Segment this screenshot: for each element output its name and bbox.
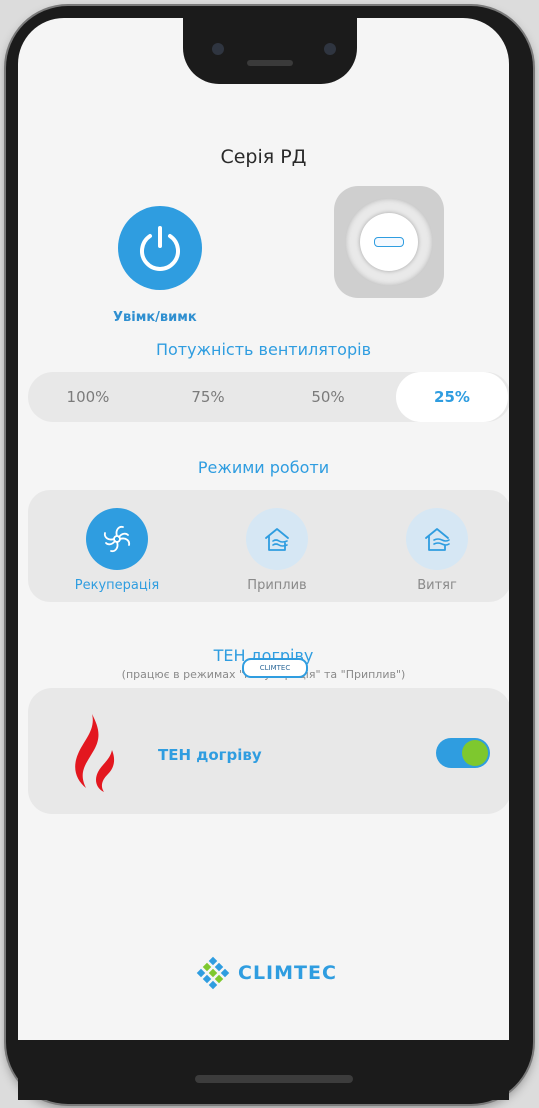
supply-air-house-icon[interactable] bbox=[246, 508, 308, 570]
modes-panel: Рекуперація Приплив Витяг bbox=[28, 490, 509, 602]
home-indicator[interactable] bbox=[195, 1075, 353, 1083]
watermark-text: CLIMTEC bbox=[259, 664, 291, 672]
page-title: Серія РД bbox=[220, 146, 307, 168]
climtec-watermark: CLIMTEC bbox=[242, 658, 308, 678]
mode-label-supply: Приплив bbox=[247, 578, 307, 593]
mode-label-recuperation: Рекуперація bbox=[74, 578, 160, 593]
fan-power-selector: 100% 75% 50% 25% bbox=[28, 372, 509, 422]
heater-toggle[interactable] bbox=[436, 738, 490, 768]
fan-power-title: Потужність вентиляторів bbox=[155, 340, 371, 359]
ventilation-unit-image bbox=[334, 186, 444, 298]
earpiece-speaker bbox=[247, 60, 293, 66]
power-button[interactable] bbox=[118, 206, 202, 290]
recuperation-fan-icon[interactable] bbox=[86, 508, 148, 570]
house-exhaust-icon bbox=[425, 528, 450, 551]
device-badge bbox=[374, 237, 404, 247]
app-screen: Серія РД Увімк/вимк Потужність вентилято… bbox=[18, 18, 509, 1042]
heater-panel: ТЕН догріву bbox=[28, 688, 509, 814]
front-camera-left bbox=[212, 43, 224, 55]
climtec-logo: CLIMTEC bbox=[196, 956, 337, 990]
heater-label: ТЕН догріву bbox=[158, 746, 262, 764]
exhaust-air-house-icon[interactable] bbox=[406, 508, 468, 570]
fan-option-50[interactable]: 50% bbox=[268, 372, 388, 422]
device-core bbox=[360, 213, 418, 271]
bottom-bezel bbox=[18, 1040, 509, 1100]
flame-icon bbox=[75, 714, 115, 792]
climtec-logo-icon bbox=[196, 956, 230, 990]
power-icon bbox=[140, 226, 180, 271]
fan-option-75[interactable]: 75% bbox=[148, 372, 268, 422]
front-camera-right bbox=[324, 43, 336, 55]
house-air-icon bbox=[265, 528, 289, 551]
climtec-logo-text: CLIMTEC bbox=[238, 962, 337, 984]
fan-option-100[interactable]: 100% bbox=[28, 372, 148, 422]
toggle-knob bbox=[462, 740, 488, 766]
modes-title: Режими роботи bbox=[197, 458, 330, 477]
power-label: Увімк/вимк bbox=[113, 310, 197, 325]
mode-label-exhaust: Витяг bbox=[417, 578, 457, 593]
device-ring bbox=[345, 198, 433, 286]
fan-icon bbox=[103, 525, 131, 553]
fan-option-25[interactable]: 25% bbox=[396, 372, 508, 422]
